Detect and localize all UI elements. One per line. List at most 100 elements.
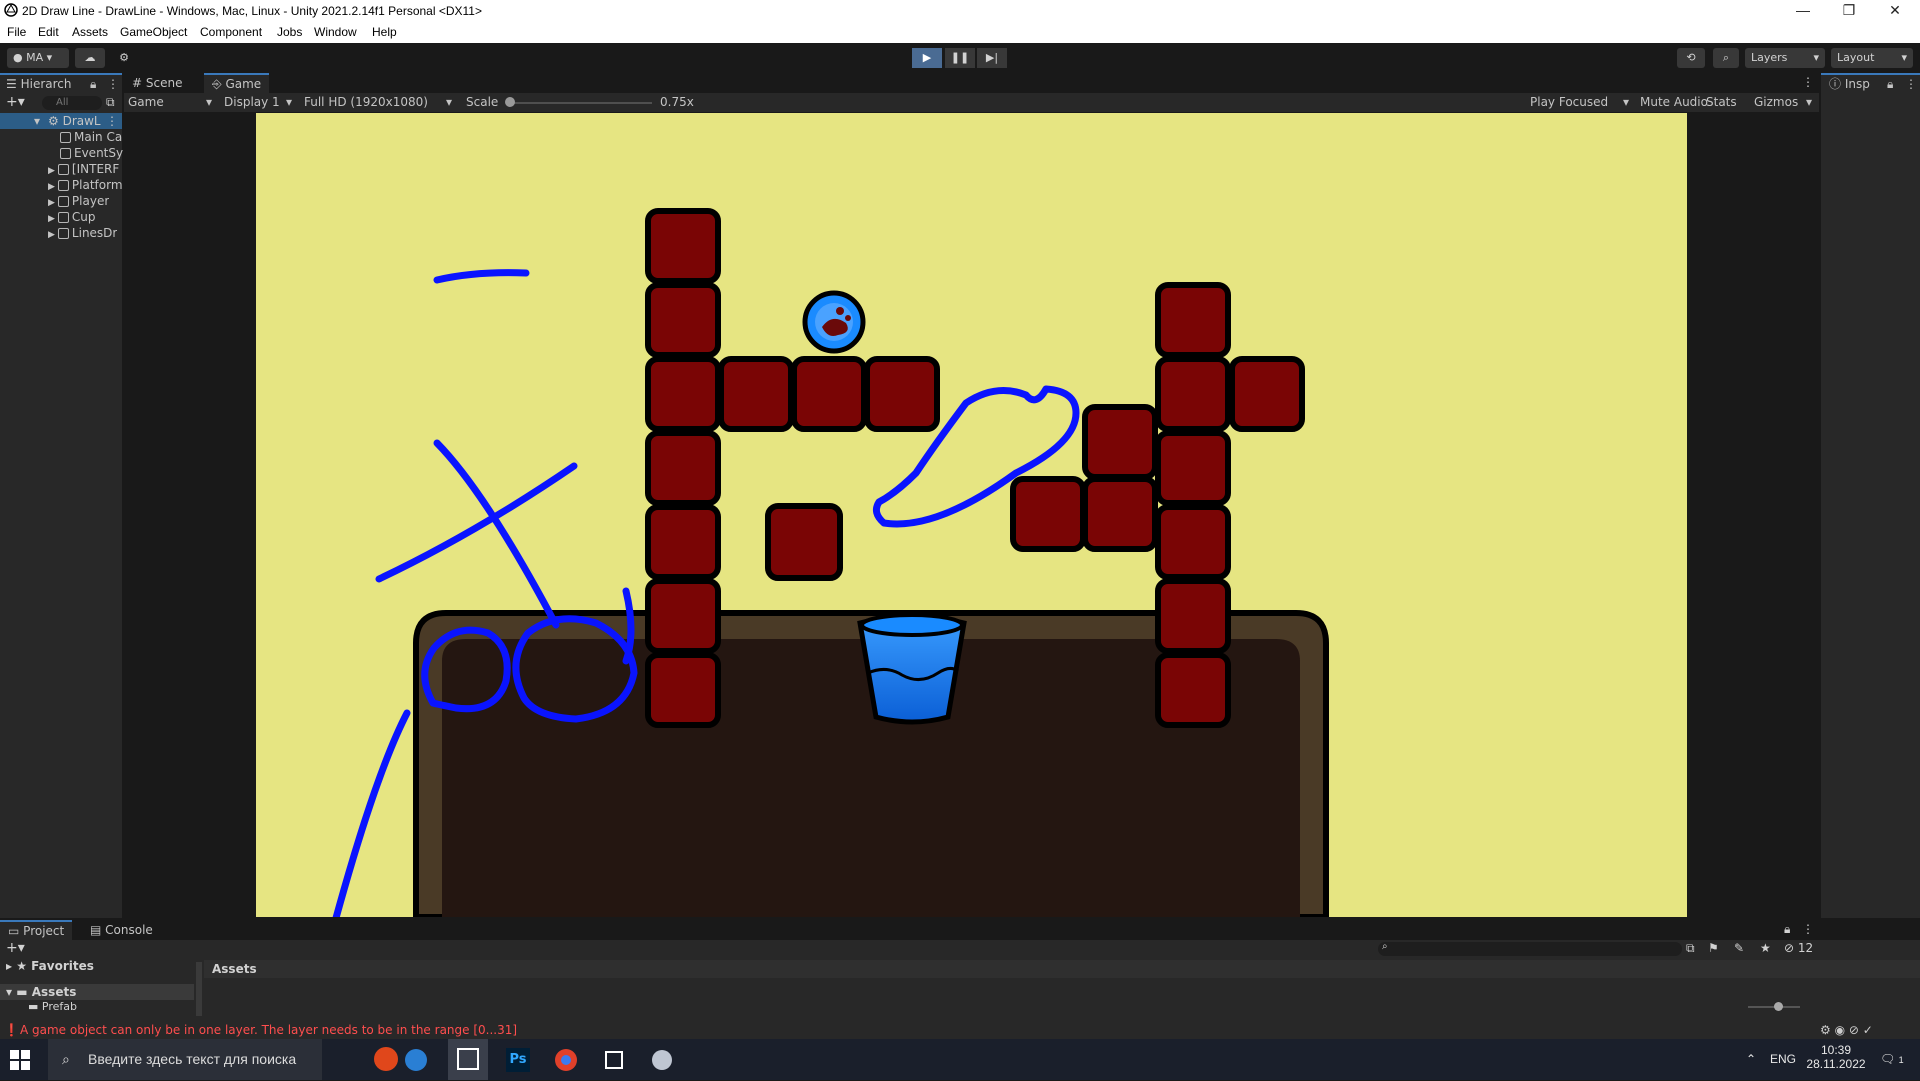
scale-slider-handle[interactable] — [505, 97, 515, 107]
tag-icon[interactable]: ✎ — [1734, 941, 1744, 955]
layout-label: Layout — [1837, 51, 1875, 64]
pause-icon: ❚❚ — [950, 51, 970, 64]
play-icon: ▶ — [922, 51, 932, 64]
favorites-row[interactable]: ▸ ★ Favorites — [6, 958, 94, 974]
tab-hierarchy[interactable]: ☰ Hierarch 🔒︎ ⋮ — [0, 73, 122, 93]
expand-arrow-icon[interactable]: ▶ — [48, 166, 55, 176]
menu-component[interactable]: Component — [200, 25, 262, 39]
menu-assets[interactable]: Assets — [72, 25, 108, 39]
game-mode-dropdown[interactable]: Game ▾ — [128, 93, 214, 112]
expand-arrow-icon: ▸ — [6, 959, 13, 973]
step-button[interactable]: ▶| — [977, 48, 1007, 68]
hierarchy-scene-row[interactable]: ▾ ⚙ DrawL ⋮ — [0, 113, 122, 129]
lock-icon[interactable]: 🔒︎ — [1784, 922, 1790, 937]
close-button[interactable]: ✕ — [1872, 0, 1918, 22]
minimize-button[interactable]: — — [1780, 0, 1826, 22]
hierarchy-item[interactable]: ▶ [INTERF — [0, 161, 119, 177]
star-icon[interactable]: ★ — [1760, 941, 1771, 955]
menu-jobs[interactable]: Jobs — [277, 25, 302, 39]
stats-toggle[interactable]: Stats — [1706, 93, 1737, 112]
scene-grid-icon: # — [132, 76, 143, 90]
hidden-packages-toggle[interactable]: ⊘ 12 — [1784, 941, 1813, 955]
menu-file[interactable]: File — [7, 25, 26, 39]
expand-arrow-icon[interactable]: ▾ — [34, 113, 40, 129]
notification-button[interactable]: 🗨︎ 1 — [1880, 1039, 1910, 1080]
prefab-folder-row[interactable]: ▬ Prefab — [28, 1000, 77, 1014]
expand-arrow-icon[interactable]: ▶ — [48, 230, 55, 240]
language-indicator[interactable]: ENG — [1770, 1039, 1796, 1080]
lock-icon[interactable]: 🔒︎ — [1887, 75, 1893, 93]
notification-count: 1 — [1898, 1055, 1904, 1065]
lock-icon[interactable]: 🔒︎ — [90, 75, 96, 93]
project-search-input[interactable]: ⌕ — [1378, 941, 1682, 956]
add-icon[interactable]: +▾ — [6, 940, 25, 956]
app-icon[interactable] — [650, 1048, 674, 1072]
resolution-dropdown[interactable]: Full HD (1920x1080) ▾ — [304, 93, 464, 112]
scale-value: 0.75x — [660, 95, 694, 109]
menu-gameobject[interactable]: GameObject — [120, 25, 187, 39]
hierarchy-search-input[interactable]: All — [42, 96, 102, 110]
windows-start-icon[interactable] — [10, 1050, 30, 1070]
item-label: Platform — [71, 178, 123, 192]
layers-dropdown[interactable]: Layers ▾ — [1745, 48, 1825, 68]
chrome-icon[interactable] — [554, 1048, 578, 1072]
hierarchy-item[interactable]: EventSy — [0, 145, 123, 161]
taskbar-search-input[interactable]: ⌕ Введите здесь текст для поиска — [48, 1039, 398, 1080]
hierarchy-item[interactable]: ▶ Player — [0, 193, 109, 209]
clock[interactable]: 10:39 28.11.2022 — [1806, 1039, 1866, 1080]
play-button[interactable]: ▶ — [912, 48, 942, 68]
photoshop-icon[interactable]: Ps — [506, 1048, 530, 1072]
scale-slider-track[interactable] — [508, 102, 652, 104]
add-icon[interactable]: +▾ — [6, 94, 25, 110]
display-dropdown[interactable]: Display 1 ▾ — [224, 93, 300, 112]
tab-inspector[interactable]: ⓘ Insp 🔒︎ ⋮ — [1821, 73, 1920, 93]
steam-icon[interactable] — [404, 1048, 428, 1072]
tab-console[interactable]: ▤ Console — [82, 920, 161, 940]
tab-scene[interactable]: # Scene — [124, 73, 190, 93]
search-button[interactable]: ⌕ — [1713, 48, 1739, 68]
collab-button[interactable]: ⚙ — [112, 48, 136, 68]
menu-edit[interactable]: Edit — [38, 25, 59, 39]
more-icon[interactable]: ⋮ — [107, 75, 119, 93]
hierarchy-item[interactable]: ▶ Cup — [0, 209, 96, 225]
tree-scrollbar[interactable] — [196, 962, 202, 1016]
more-icon[interactable]: ⋮ — [106, 113, 118, 129]
history-button[interactable]: ⟲ — [1677, 48, 1705, 68]
mute-audio-toggle[interactable]: Mute Audio — [1640, 93, 1708, 112]
expand-arrow-icon[interactable]: ▶ — [48, 198, 55, 208]
gizmos-dropdown[interactable]: Gizmos ▾ — [1754, 93, 1814, 112]
expand-arrow-icon[interactable]: ▶ — [48, 214, 55, 224]
tab-game[interactable]: ⎆ Game — [204, 73, 270, 93]
hierarchy-item[interactable]: ▶ Platform — [0, 177, 123, 193]
status-bar[interactable]: ❗ A game object can only be in one layer… — [0, 1021, 1920, 1039]
maximize-button[interactable]: ❐ — [1826, 0, 1872, 22]
expand-arrow-icon[interactable]: ▶ — [48, 182, 55, 192]
unity-taskbar-icon[interactable] — [448, 1039, 488, 1080]
game-view-canvas[interactable] — [256, 113, 1687, 917]
icon-size-slider-handle[interactable] — [1774, 1002, 1783, 1011]
menu-window[interactable]: Window — [314, 25, 357, 39]
hierarchy-item[interactable]: Main Ca — [0, 129, 122, 145]
play-focused-dropdown[interactable]: Play Focused ▾ — [1530, 93, 1632, 112]
project-toolbar: +▾ ⌕ ⧉ ⚑ ✎ ★ ⊘ 12 — [0, 940, 1920, 958]
more-icon[interactable]: ⋮ — [1802, 75, 1814, 89]
cloud-button[interactable]: ☁ — [75, 48, 105, 68]
unity-hub-icon[interactable] — [602, 1048, 626, 1072]
pause-button[interactable]: ❚❚ — [945, 48, 975, 68]
more-icon[interactable]: ⋮ — [1905, 75, 1917, 93]
star-icon: ★ — [16, 959, 27, 973]
gameobject-icon — [57, 180, 69, 191]
hierarchy-item[interactable]: ▶ LinesDr — [0, 225, 117, 241]
folder-icon: ▬ — [16, 985, 28, 999]
more-icon[interactable]: ⋮ — [1802, 922, 1814, 936]
tab-project[interactable]: ▭ Project — [0, 920, 73, 940]
search-options-icon[interactable]: ⧉ — [106, 95, 115, 110]
breadcrumb-assets[interactable]: Assets — [212, 962, 257, 976]
type-filter-icon[interactable]: ⧉ — [1686, 941, 1695, 956]
layout-dropdown[interactable]: Layout ▾ — [1831, 48, 1913, 68]
tray-chevron-icon[interactable]: ⌃ — [1746, 1039, 1756, 1080]
assets-row[interactable]: ▾ ▬ Assets — [0, 984, 194, 1000]
menu-help[interactable]: Help — [372, 25, 397, 39]
account-dropdown[interactable]: ● MA ▾ — [7, 48, 69, 68]
label-filter-icon[interactable]: ⚑ — [1708, 941, 1719, 955]
